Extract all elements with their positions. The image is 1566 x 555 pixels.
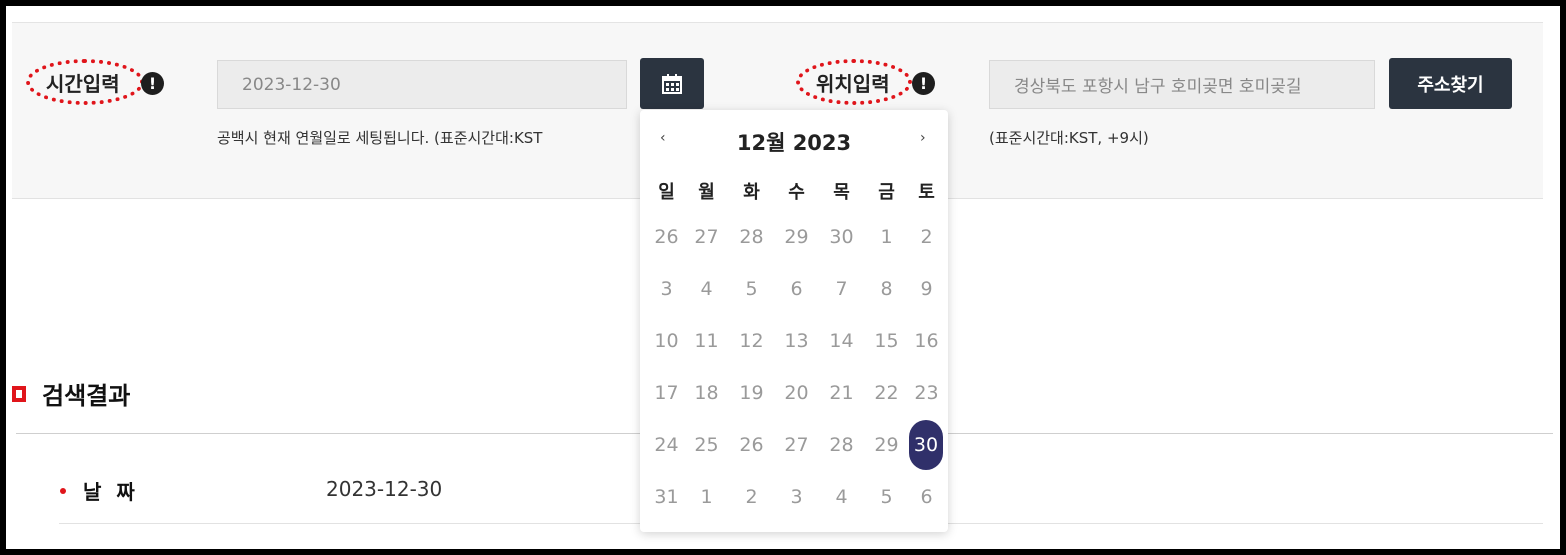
- calendar-day[interactable]: 22: [864, 382, 909, 404]
- calendar-day[interactable]: 6: [904, 486, 949, 508]
- calendar-day[interactable]: 26: [729, 434, 774, 456]
- location-label-annotation: [796, 59, 912, 105]
- calendar-day[interactable]: 15: [864, 330, 909, 352]
- weekday-header: 목: [833, 182, 850, 203]
- calendar-day[interactable]: 27: [684, 226, 729, 248]
- calendar-day[interactable]: 26: [644, 226, 689, 248]
- calendar-day[interactable]: 3: [644, 278, 689, 300]
- calendar-day[interactable]: 9: [904, 278, 949, 300]
- datepicker-popup: ‹ 12월 2023 › 일 월 화 수 목 금 토 26 27 28 29 30 1 2 3 4 5 6 7 8 9 1…: [640, 110, 948, 532]
- weekday-header: 금: [878, 182, 895, 203]
- weekday-header: 토: [918, 182, 935, 203]
- location-input[interactable]: 경상북도 포항시 남구 호미곶면 호미곶길: [989, 60, 1375, 109]
- calendar-day[interactable]: 29: [774, 226, 819, 248]
- weekday-header: 화: [743, 182, 760, 203]
- calendar-day[interactable]: 17: [644, 382, 689, 404]
- time-help-text: 공백시 현재 연월일로 세팅됩니다. (표준시간대:KST: [217, 129, 543, 147]
- calendar-day[interactable]: 7: [819, 278, 864, 300]
- calendar-day[interactable]: 25: [684, 434, 729, 456]
- calendar-day[interactable]: 2: [904, 226, 949, 248]
- calendar-day[interactable]: 30: [819, 226, 864, 248]
- bullet-icon: [60, 488, 66, 494]
- calendar-day[interactable]: 19: [729, 382, 774, 404]
- calendar-day[interactable]: 20: [774, 382, 819, 404]
- calendar-button[interactable]: [640, 58, 704, 109]
- time-info-icon[interactable]: !: [141, 72, 164, 95]
- calendar-day[interactable]: 1: [684, 486, 729, 508]
- calendar-day[interactable]: 16: [904, 330, 949, 352]
- weekday-header: 수: [788, 182, 805, 203]
- calendar-day[interactable]: 14: [819, 330, 864, 352]
- calendar-day[interactable]: 23: [904, 382, 949, 404]
- calendar-day[interactable]: 5: [729, 278, 774, 300]
- calendar-day[interactable]: 12: [729, 330, 774, 352]
- date-row-label: 날 짜: [83, 480, 139, 504]
- calendar-day[interactable]: 31: [644, 486, 689, 508]
- location-help-text: (표준시간대:KST, +9시): [989, 129, 1149, 147]
- calendar-day[interactable]: 8: [864, 278, 909, 300]
- weekday-header: 일: [658, 182, 675, 203]
- calendar-day[interactable]: 29: [864, 434, 909, 456]
- calendar-day[interactable]: 27: [774, 434, 819, 456]
- find-address-button[interactable]: 주소찾기: [1389, 58, 1512, 109]
- date-row-value: 2023-12-30: [326, 477, 443, 501]
- calendar-day[interactable]: 4: [684, 278, 729, 300]
- calendar-day[interactable]: 28: [729, 226, 774, 248]
- time-label-annotation: [26, 59, 144, 105]
- calendar-day[interactable]: 21: [819, 382, 864, 404]
- calendar-day[interactable]: 18: [684, 382, 729, 404]
- weekday-header: 월: [698, 182, 715, 203]
- calendar-day[interactable]: 28: [819, 434, 864, 456]
- calendar-month-title: 12월 2023: [736, 131, 852, 155]
- time-input[interactable]: 2023-12-30: [217, 60, 627, 109]
- calendar-day[interactable]: 6: [774, 278, 819, 300]
- calendar-day[interactable]: 4: [819, 486, 864, 508]
- calendar-day[interactable]: 3: [774, 486, 819, 508]
- calendar-day[interactable]: 11: [684, 330, 729, 352]
- calendar-day-selected[interactable]: 30: [909, 420, 943, 470]
- calendar-day[interactable]: 5: [864, 486, 909, 508]
- results-title: 검색결과: [42, 382, 131, 410]
- location-info-icon[interactable]: !: [912, 72, 935, 95]
- section-marker-icon: [12, 386, 26, 402]
- screenshot-frame: 시간입력 ! 2023-12-30 공백시 현재 연월일로 세팅됩니다. (표준…: [0, 0, 1566, 555]
- calendar-icon: [662, 73, 682, 94]
- next-month-button[interactable]: ›: [920, 130, 926, 146]
- calendar-day[interactable]: 2: [729, 486, 774, 508]
- calendar-day[interactable]: 13: [774, 330, 819, 352]
- calendar-day[interactable]: 10: [644, 330, 689, 352]
- calendar-day[interactable]: 24: [644, 434, 689, 456]
- calendar-day[interactable]: 1: [864, 226, 909, 248]
